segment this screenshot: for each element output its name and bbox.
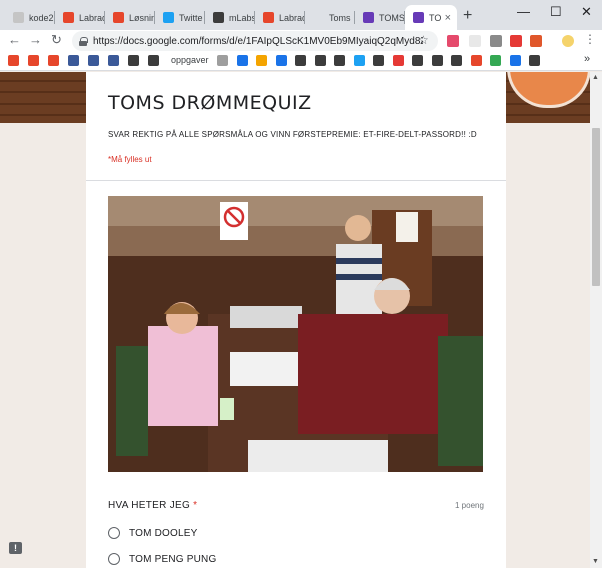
tab-favicon-icon	[163, 12, 174, 23]
reload-button[interactable]: ↻	[51, 32, 62, 48]
tab-label[interactable]: TOMS	[379, 13, 405, 23]
bookmark-icon[interactable]	[529, 55, 540, 66]
tab-favicon-icon	[13, 12, 24, 23]
bookmark-icon[interactable]	[128, 55, 139, 66]
tab-label[interactable]: Toms	[329, 13, 351, 23]
address-bar[interactable]: https://docs.google.com/forms/d/e/1FAIpQ…	[72, 31, 438, 51]
question-points: 1 poeng	[455, 501, 484, 510]
tab-label[interactable]: Labrad	[279, 13, 305, 23]
bookmarks-overflow-button[interactable]: »	[584, 53, 590, 65]
browser-tab[interactable]: TOMS	[355, 5, 405, 30]
bookmark-oppgaver[interactable]: oppgaver	[171, 55, 209, 65]
bookmark-icon[interactable]	[490, 55, 501, 66]
question-title-text: HVA HETER JEG	[108, 500, 191, 511]
bookmark-icon[interactable]	[353, 55, 365, 66]
tab-favicon-icon	[413, 12, 424, 23]
close-window-button[interactable]: ✕	[581, 4, 592, 20]
lock-icon	[79, 36, 88, 46]
new-tab-button[interactable]: +	[463, 7, 472, 25]
tab-favicon-icon	[63, 12, 74, 23]
form-description: SVAR REKTIG PÅ ALLE SPØRSMÅLA OG VINN FØ…	[108, 130, 477, 139]
tab-label[interactable]: mLabs	[229, 13, 255, 23]
bookmark-icon[interactable]	[148, 55, 159, 66]
maximize-button[interactable]: ☐	[550, 4, 562, 20]
required-note: *Må fylles ut	[108, 155, 152, 164]
browser-toolbar: ← → ↻ https://docs.google.com/forms/d/e/…	[0, 30, 602, 52]
bookmark-icon[interactable]	[431, 55, 443, 66]
option-label[interactable]: TOM DOOLEY	[129, 528, 198, 539]
bookmark-icon[interactable]	[451, 55, 462, 66]
option-tom-dooley[interactable]: TOM DOOLEY	[108, 527, 198, 539]
tab-favicon-icon	[263, 12, 274, 23]
tab-label[interactable]: Twitte	[179, 13, 203, 23]
bookmark-icon[interactable]	[295, 55, 306, 66]
tab-label[interactable]: Labrad	[79, 13, 105, 23]
bookmark-icon[interactable]	[88, 55, 99, 66]
browser-tab[interactable]: Labrad	[55, 5, 105, 30]
form-card: TOMS DRØMMEQUIZ SVAR REKTIG PÅ ALLE SPØR…	[86, 72, 506, 568]
question-title: HVA HETER JEG *	[108, 500, 197, 511]
feedback-icon[interactable]: !	[9, 542, 22, 554]
menu-icon[interactable]: ⋮	[584, 32, 596, 46]
forward-button[interactable]: →	[29, 32, 42, 47]
scroll-down-arrow-icon[interactable]: ▼	[592, 558, 599, 565]
bookmark-icon[interactable]	[509, 55, 521, 66]
tab-strip: kode2 Labrad Løsnin Twitte mLabs Labrad Toms TO…	[0, 0, 602, 30]
required-asterisk: *	[193, 500, 198, 511]
bookmark-icon[interactable]	[470, 55, 482, 66]
bookmark-icon[interactable]	[217, 55, 228, 66]
close-tab-icon[interactable]: ×	[445, 12, 451, 24]
back-button[interactable]: ←	[8, 32, 21, 47]
browser-tab[interactable]: TO ×	[405, 5, 457, 30]
form-title: TOMS DRØMMEQUIZ	[108, 92, 312, 114]
option-label[interactable]: TOM PENG PUNG	[129, 554, 216, 565]
bookmark-icon[interactable]	[412, 55, 423, 66]
extension-icon[interactable]	[490, 35, 502, 47]
scrollbar[interactable]: ▲ ▼	[590, 72, 602, 568]
bookmark-icon[interactable]	[373, 55, 384, 66]
browser-tab[interactable]: Toms	[305, 5, 355, 30]
extension-icon[interactable]	[530, 35, 542, 47]
browser-tab[interactable]: Løsnin	[105, 5, 155, 30]
tab-label[interactable]: TO	[429, 13, 441, 23]
bookmark-icon[interactable]	[108, 55, 119, 66]
tab-favicon-icon	[363, 12, 374, 23]
bookmark-icon[interactable]	[48, 55, 59, 66]
bookmarks-bar: oppgaver »	[0, 52, 602, 71]
minimize-button[interactable]: —	[517, 4, 530, 19]
tab-favicon-icon	[113, 12, 124, 23]
url-text[interactable]: https://docs.google.com/forms/d/e/1FAIpQ…	[93, 36, 423, 47]
bookmark-icon[interactable]	[256, 55, 267, 66]
extension-icon[interactable]	[510, 35, 522, 47]
tab-favicon-icon	[213, 12, 224, 23]
extension-icon[interactable]	[469, 35, 481, 47]
bookmark-icon[interactable]	[392, 55, 404, 66]
bookmark-icon[interactable]	[275, 55, 287, 66]
radio-button[interactable]	[108, 527, 120, 539]
browser-tab[interactable]: Labrad	[255, 5, 305, 30]
tab-favicon-icon	[313, 12, 324, 23]
form-page: TOMS DRØMMEQUIZ SVAR REKTIG PÅ ALLE SPØR…	[0, 72, 602, 568]
profile-avatar[interactable]	[562, 35, 574, 47]
bookmark-icon[interactable]	[8, 55, 19, 66]
tab-label[interactable]: Løsnin	[129, 13, 155, 23]
radio-button[interactable]	[108, 553, 120, 565]
bookmark-star-icon[interactable]: ☆	[418, 33, 429, 47]
bookmark-icon[interactable]	[236, 55, 248, 66]
scrollbar-thumb[interactable]	[592, 128, 600, 286]
chess-players-photo	[108, 196, 483, 472]
bookmark-icon[interactable]	[314, 55, 326, 66]
tab-label[interactable]: kode2	[29, 13, 54, 23]
bookmark-icon[interactable]	[334, 55, 345, 66]
scroll-up-arrow-icon[interactable]: ▲	[592, 74, 599, 81]
bookmark-icon[interactable]	[28, 55, 39, 66]
browser-tab[interactable]: kode2	[5, 5, 55, 30]
browser-tab[interactable]: mLabs	[205, 5, 255, 30]
option-tom-peng-pung[interactable]: TOM PENG PUNG	[108, 553, 216, 565]
browser-tab[interactable]: Twitte	[155, 5, 205, 30]
bookmark-icon[interactable]	[68, 55, 79, 66]
extension-icon[interactable]	[447, 35, 459, 47]
section-divider	[86, 180, 506, 181]
